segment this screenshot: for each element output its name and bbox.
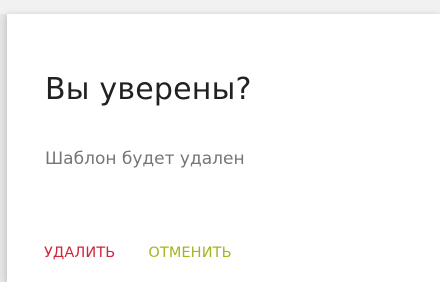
confirm-dialog: Вы уверены? Шаблон будет удален УДАЛИТЬ … — [7, 14, 440, 282]
cancel-button[interactable]: ОТМЕНИТЬ — [148, 245, 231, 261]
delete-button[interactable]: УДАЛИТЬ — [44, 245, 115, 261]
dialog-actions: УДАЛИТЬ ОТМЕНИТЬ — [44, 245, 232, 261]
dialog-title: Вы уверены? — [45, 72, 252, 107]
background-strip — [0, 0, 440, 14]
dialog-message: Шаблон будет удален — [45, 149, 245, 169]
backdrop: Вы уверены? Шаблон будет удален УДАЛИТЬ … — [0, 0, 440, 282]
